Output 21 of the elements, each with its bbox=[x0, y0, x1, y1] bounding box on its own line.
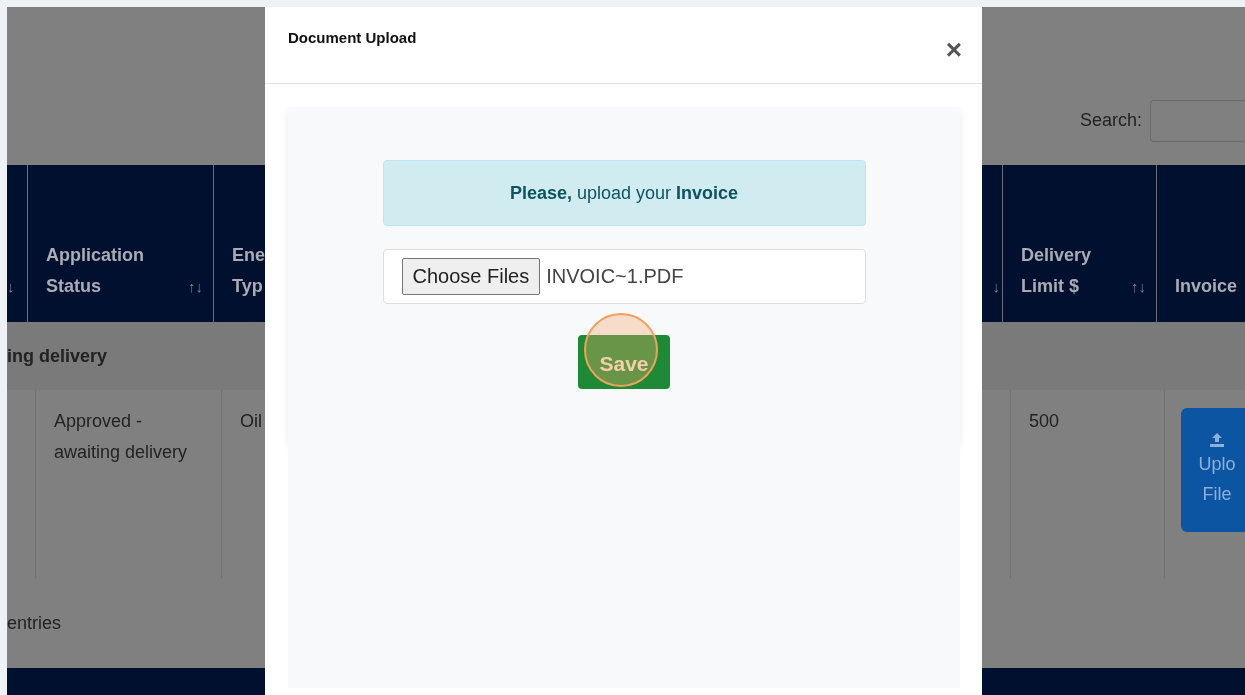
search-label: Search: bbox=[1079, 110, 1142, 131]
entries-info: entries bbox=[7, 612, 62, 634]
close-button[interactable]: × bbox=[945, 38, 962, 62]
column-header[interactable]: Application Status bbox=[46, 240, 188, 302]
choose-files-button[interactable]: Choose Files bbox=[401, 258, 541, 295]
file-input[interactable]: Choose Files INVOIC~1.PDF bbox=[382, 249, 866, 304]
column-header[interactable]: Invoice bbox=[1175, 271, 1238, 302]
column-header[interactable]: Delivery Limit $ bbox=[1021, 240, 1131, 302]
info-alert: Please, upload your Invoice bbox=[382, 160, 866, 226]
sort-icon[interactable]: ↑↓ bbox=[188, 271, 203, 302]
table-cell: Oil bbox=[240, 411, 262, 431]
table-cell: 500 bbox=[1029, 411, 1060, 431]
sort-icon[interactable]: ↓ bbox=[7, 271, 15, 302]
table-cell: Approved - awaiting delivery bbox=[54, 411, 188, 462]
modal-title: Document Upload bbox=[288, 29, 417, 46]
file-name: INVOIC~1.PDF bbox=[546, 265, 684, 288]
group-row-label: ing delivery bbox=[7, 345, 108, 367]
sort-icon[interactable]: ↓ bbox=[992, 271, 1000, 302]
sort-icon[interactable]: ↑↓ bbox=[1131, 271, 1146, 302]
upload-icon bbox=[1209, 432, 1225, 448]
column-header[interactable]: Ene Typ bbox=[232, 240, 265, 302]
